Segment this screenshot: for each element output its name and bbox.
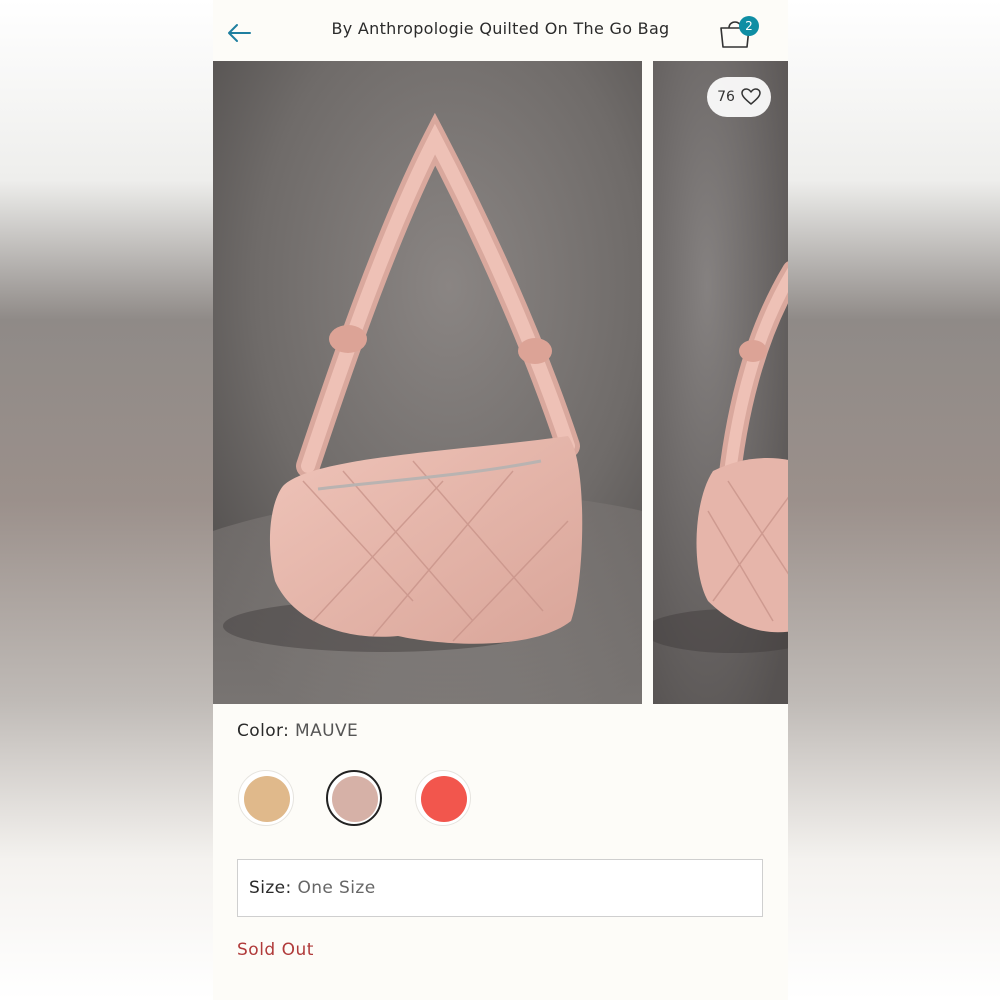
color-value: MAUVE bbox=[295, 721, 359, 741]
product-page: By Anthropologie Quilted On The Go Bag 2 bbox=[213, 0, 788, 1000]
swatch-fill bbox=[332, 776, 378, 822]
top-bar: By Anthropologie Quilted On The Go Bag 2 bbox=[213, 0, 788, 61]
color-label: Color: bbox=[237, 721, 290, 741]
favorite-button[interactable]: 76 bbox=[707, 77, 771, 117]
size-text: Size: One Size bbox=[249, 878, 376, 898]
product-image-main[interactable] bbox=[213, 61, 642, 704]
availability-status: Sold Out bbox=[237, 940, 314, 960]
color-selection-label: Color: MAUVE bbox=[237, 721, 358, 741]
arrow-left-icon bbox=[228, 24, 251, 42]
page-title: By Anthropologie Quilted On The Go Bag bbox=[331, 19, 670, 38]
heart-icon bbox=[741, 88, 761, 105]
color-swatch-tan[interactable] bbox=[238, 770, 294, 826]
color-swatch-coral[interactable] bbox=[415, 770, 471, 826]
back-button[interactable] bbox=[225, 18, 255, 48]
favorites-count: 76 bbox=[717, 89, 735, 105]
size-value: One Size bbox=[297, 878, 376, 898]
swatch-fill bbox=[421, 776, 467, 822]
swatch-fill bbox=[244, 776, 290, 822]
size-label: Size: bbox=[249, 878, 292, 898]
size-selector[interactable]: Size: One Size bbox=[237, 859, 763, 917]
color-swatch-mauve[interactable] bbox=[326, 770, 382, 826]
image-gallery[interactable]: 76 bbox=[213, 61, 788, 704]
cart-count-badge: 2 bbox=[739, 16, 759, 36]
product-image-next[interactable] bbox=[653, 61, 788, 704]
